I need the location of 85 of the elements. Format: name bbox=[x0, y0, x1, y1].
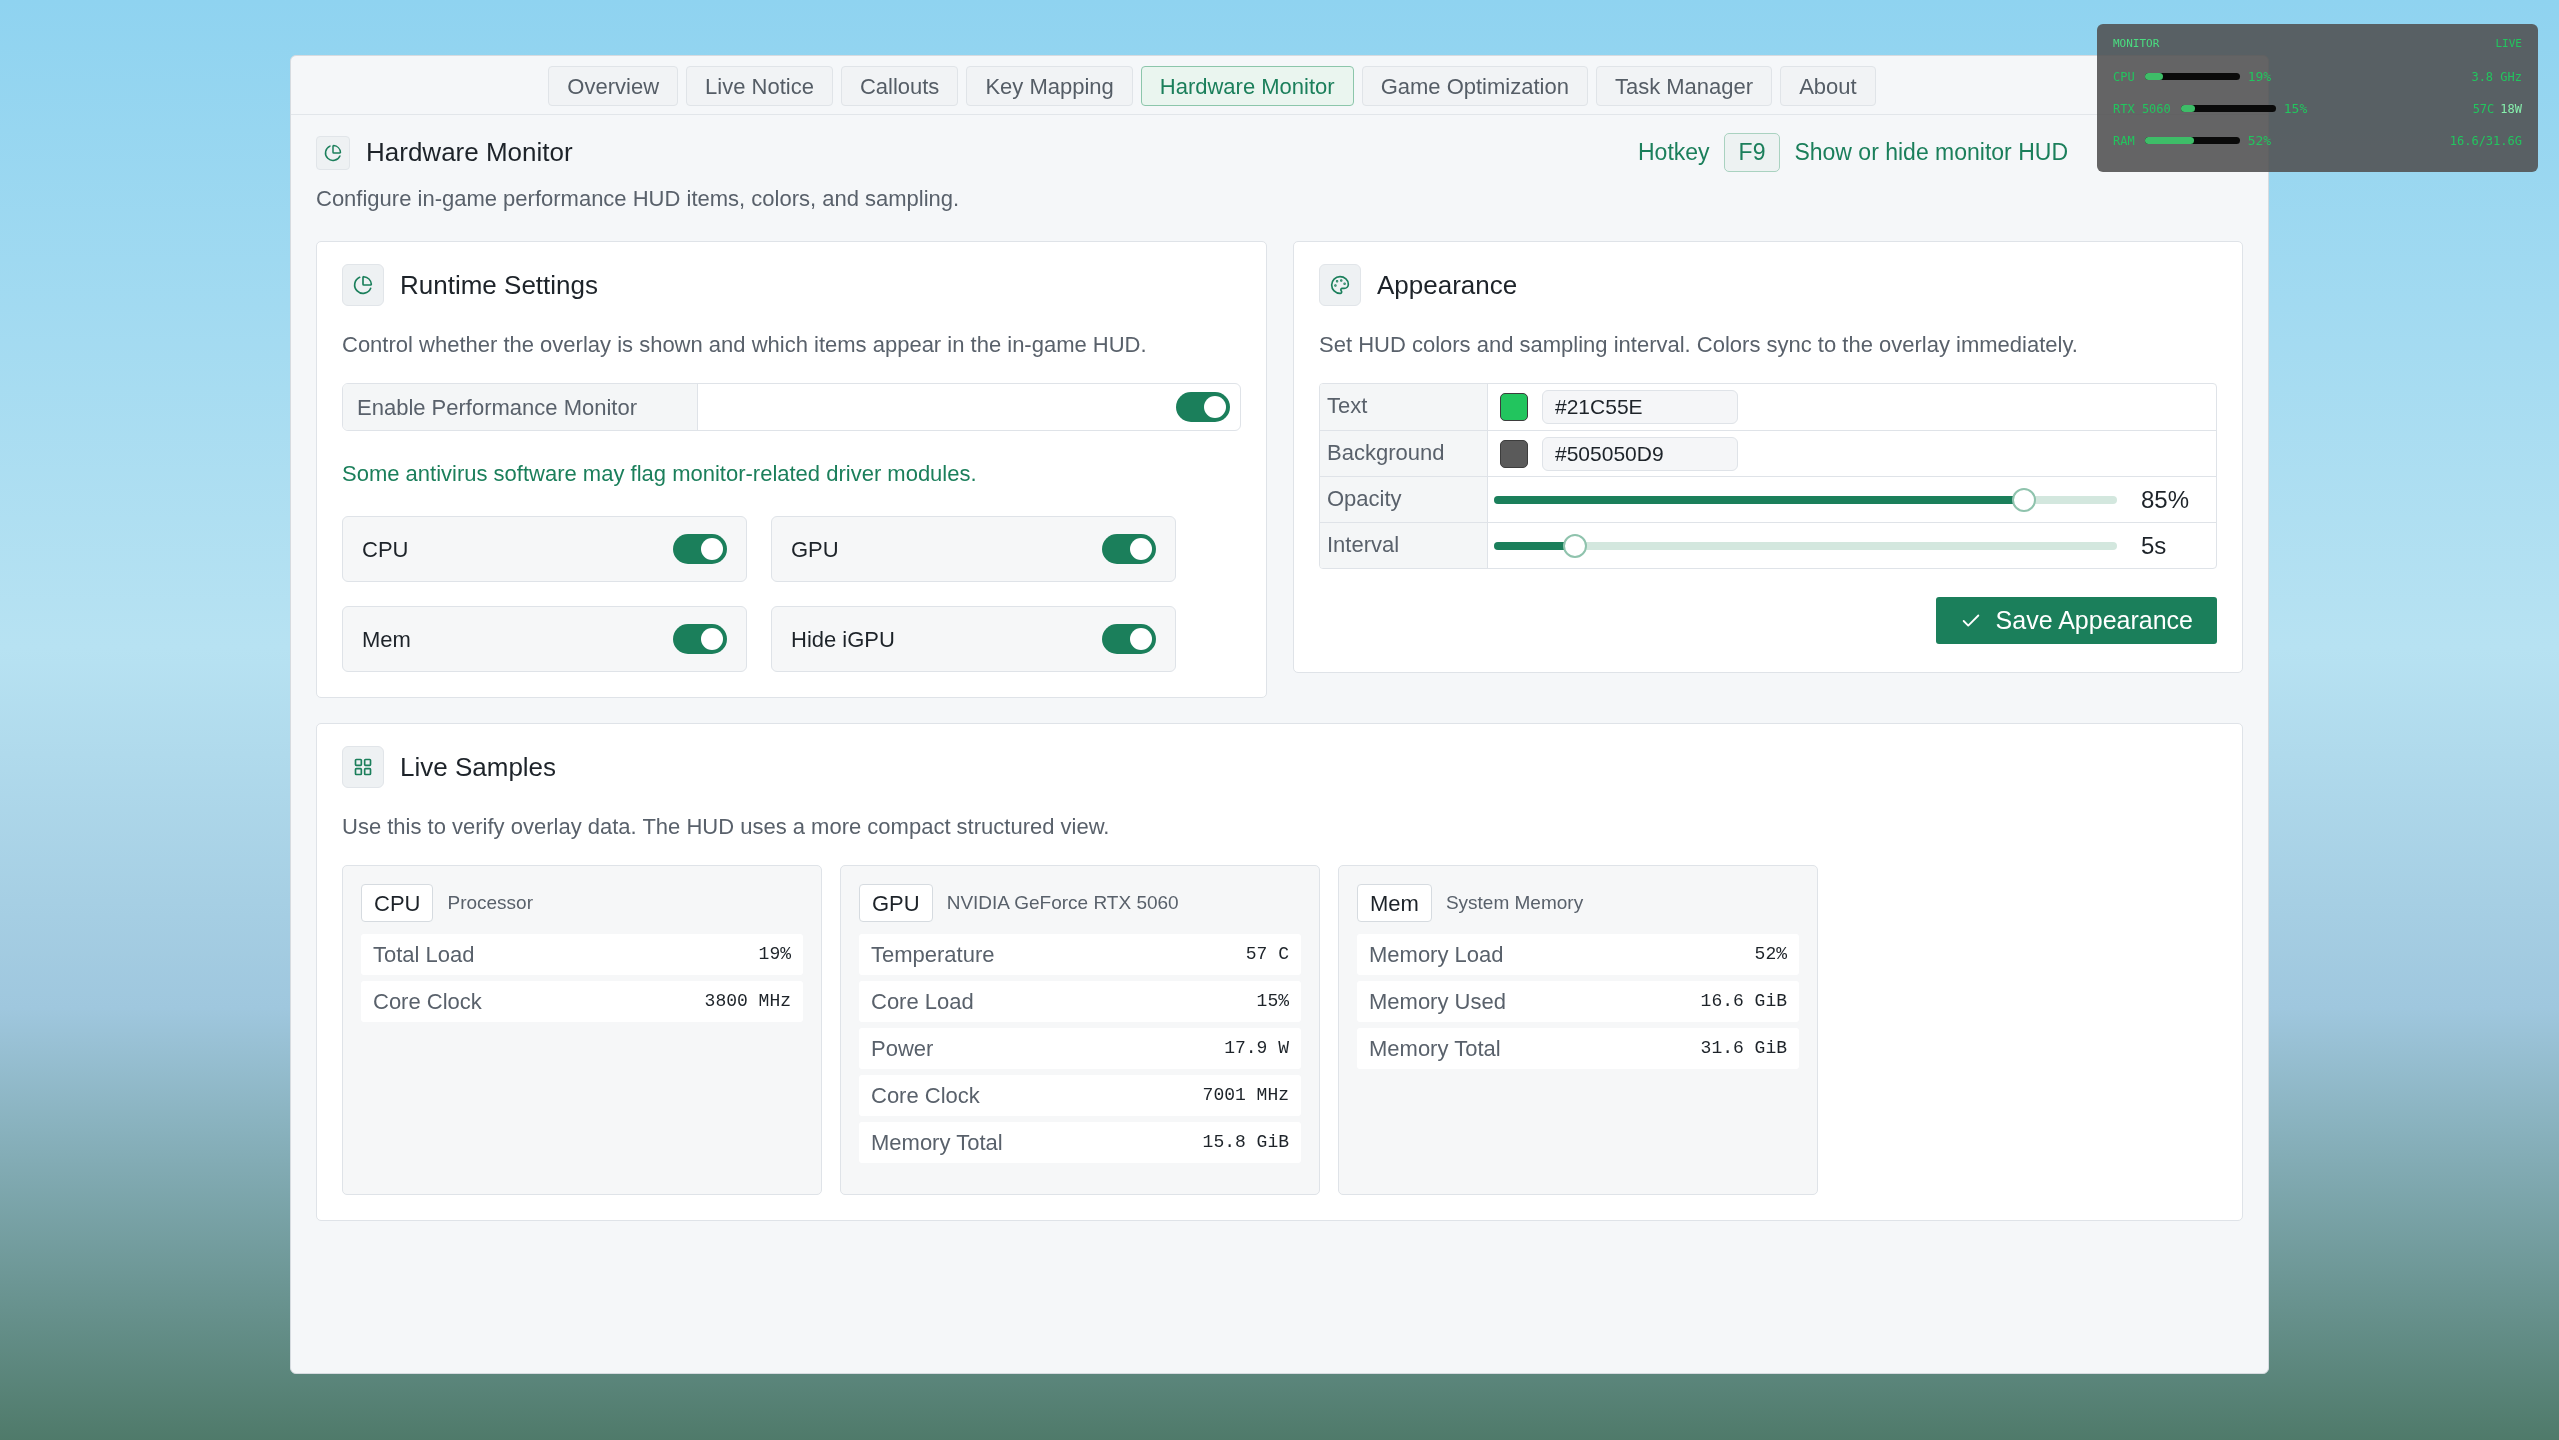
slider-reading: 5s bbox=[2141, 530, 2168, 561]
color-swatch[interactable] bbox=[1500, 393, 1528, 421]
metric-value: 19% bbox=[758, 943, 791, 966]
setting-label: Interval bbox=[1320, 523, 1488, 568]
slider-reading: 85% bbox=[2141, 484, 2191, 515]
metric-value: 16.6 GiB bbox=[1700, 990, 1787, 1013]
card-description: Set HUD colors and sampling interval. Colors sync to the overlay immediately. bbox=[1319, 331, 2079, 359]
hotkey-hint: Show or hide monitor HUD bbox=[1794, 138, 2068, 168]
metric-value: 7001 MHz bbox=[1202, 1084, 1289, 1107]
tab[interactable]: Live Notice bbox=[686, 66, 833, 106]
slider[interactable] bbox=[1494, 533, 2117, 558]
metric-label: Power bbox=[871, 1035, 934, 1063]
metric-label: Temperature bbox=[871, 941, 995, 969]
hud-info: 57C bbox=[2472, 100, 2495, 118]
sample-name: Processor bbox=[447, 890, 533, 915]
hud-reading: 52% bbox=[2247, 131, 2272, 150]
card-title: Live Samples bbox=[400, 750, 557, 784]
card-title: Runtime Settings bbox=[400, 268, 598, 302]
warning-text: Some antivirus software may flag monitor-related driver modules. bbox=[342, 460, 978, 488]
tab[interactable]: About bbox=[1780, 66, 1876, 106]
toggle-label: Hide iGPU bbox=[791, 625, 895, 654]
metric-value: 57 C bbox=[1245, 943, 1289, 966]
toggle-label: GPU bbox=[791, 535, 839, 564]
toggle-label: CPU bbox=[362, 535, 409, 564]
save-button[interactable]: Save Appearance bbox=[1935, 597, 2217, 644]
color-swatch[interactable] bbox=[1500, 439, 1528, 468]
metric-label: Memory Load bbox=[1369, 941, 1504, 969]
metric-label: Memory Total bbox=[1369, 1035, 1501, 1063]
tab[interactable]: Game Optimization bbox=[1361, 66, 1588, 106]
tab[interactable]: Hardware Monitor bbox=[1140, 66, 1354, 106]
metric-value: 17.9 W bbox=[1224, 1037, 1289, 1060]
metric-value: 31.6 GiB bbox=[1700, 1037, 1787, 1060]
card-title: Appearance bbox=[1377, 268, 1518, 302]
setting-label: Background bbox=[1320, 431, 1488, 476]
metric-value: 15.8 GiB bbox=[1202, 1131, 1289, 1154]
sample-tag: CPU bbox=[361, 884, 434, 922]
color-input[interactable]: #505050D9 bbox=[1542, 436, 1738, 471]
setting-label: Opacity bbox=[1320, 477, 1488, 522]
pie-chart-icon bbox=[316, 135, 350, 170]
slider[interactable] bbox=[1494, 487, 2117, 512]
sample-name: NVIDIA GeForce RTX 5060 bbox=[946, 890, 1179, 915]
hud-label: RAM bbox=[2113, 132, 2135, 150]
key-badge: F9 bbox=[1723, 133, 1781, 172]
metric-value: 52% bbox=[1754, 943, 1787, 966]
hud-label: CPU bbox=[2113, 68, 2135, 86]
sample-tag: GPU bbox=[859, 884, 933, 922]
toggle-switch[interactable] bbox=[1102, 624, 1156, 654]
metric-value: 3800 MHz bbox=[704, 990, 791, 1013]
page-description: Configure in-game performance HUD items, colors, and sampling. bbox=[316, 185, 961, 213]
metric-label: Core Clock bbox=[871, 1082, 980, 1110]
metric-label: Core Load bbox=[871, 988, 974, 1016]
metric-value: 15% bbox=[1256, 990, 1289, 1013]
setting-label: Enable Performance Monitor bbox=[343, 384, 698, 430]
pie-chart-icon bbox=[342, 264, 384, 306]
tab[interactable]: Callouts bbox=[840, 66, 959, 106]
tab[interactable]: Overview bbox=[548, 66, 679, 106]
hud-status: LIVE bbox=[2495, 36, 2522, 52]
toggle-switch[interactable] bbox=[673, 534, 727, 564]
hud-info: 3.8 GHz bbox=[2471, 68, 2522, 86]
hud-title: MONITOR bbox=[2113, 36, 2160, 52]
hotkey-label: Hotkey bbox=[1638, 138, 1710, 168]
metric-label: Core Clock bbox=[373, 988, 482, 1016]
toggle-switch[interactable] bbox=[1102, 534, 1156, 564]
sample-name: System Memory bbox=[1445, 890, 1584, 915]
color-input[interactable]: #21C55E bbox=[1542, 390, 1738, 424]
toggle-switch[interactable] bbox=[1176, 392, 1230, 422]
palette-icon bbox=[1319, 264, 1361, 306]
sample-tag: Mem bbox=[1357, 884, 1432, 922]
metric-label: Memory Used bbox=[1369, 988, 1506, 1016]
page-title: Hardware Monitor bbox=[366, 136, 573, 169]
metric-label: Memory Total bbox=[871, 1129, 1003, 1157]
card-description: Use this to verify overlay data. The HUD uses a more compact structured view. bbox=[342, 813, 1111, 841]
hud-info: 18W bbox=[2500, 100, 2522, 118]
toggle-switch[interactable] bbox=[673, 624, 727, 654]
setting-label: Text bbox=[1320, 384, 1488, 430]
hud-info: 16.6/31.6G bbox=[2449, 132, 2522, 150]
hud-label: RTX 5060 bbox=[2113, 100, 2171, 118]
grid-icon bbox=[342, 746, 384, 788]
metric-label: Total Load bbox=[373, 941, 475, 969]
hud-reading: 15% bbox=[2283, 99, 2308, 118]
hud-reading: 19% bbox=[2247, 67, 2272, 86]
toggle-label: Mem bbox=[362, 625, 411, 654]
tab[interactable]: Task Manager bbox=[1595, 66, 1773, 106]
card-description: Control whether the overlay is shown and which items appear in the in-game HUD. bbox=[342, 331, 1148, 359]
tab[interactable]: Key Mapping bbox=[966, 66, 1133, 106]
